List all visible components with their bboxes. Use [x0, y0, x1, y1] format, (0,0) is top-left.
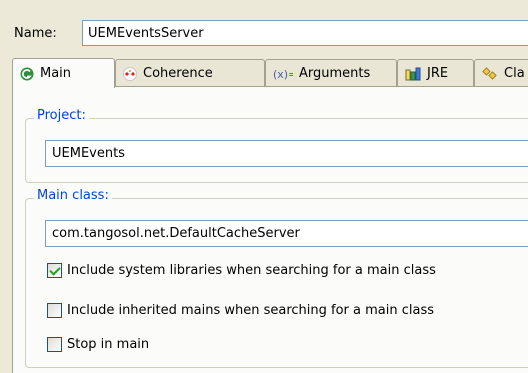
tab-coherence[interactable]: Coherence: [115, 59, 265, 87]
tab-main-label: Main: [40, 66, 72, 81]
name-label: Name:: [14, 25, 57, 41]
include-inherited-mains-option[interactable]: Include inherited mains when searching f…: [47, 303, 434, 318]
project-group-title: Project:: [34, 108, 89, 123]
jre-library-icon: [405, 67, 421, 81]
main-green-circle-icon: [20, 67, 34, 81]
tab-classpath-label: Cla: [504, 66, 525, 81]
name-row: Name:: [14, 20, 66, 46]
main-class-field[interactable]: com.tangosol.net.DefaultCacheServer: [45, 220, 528, 247]
stop-in-main-label: Stop in main: [67, 337, 150, 352]
stop-in-main-checkbox[interactable]: [47, 337, 62, 352]
tab-arguments[interactable]: (x)= Arguments: [265, 59, 397, 87]
include-system-libraries-checkbox[interactable]: [47, 263, 62, 278]
classpath-icon: [482, 66, 498, 81]
coherence-dots-icon: [123, 66, 137, 81]
main-class-group-title: Main class:: [34, 188, 112, 203]
stop-in-main-option[interactable]: Stop in main: [47, 337, 149, 352]
project-field[interactable]: UEMEvents: [45, 140, 528, 167]
name-input[interactable]: UEMEventsServer: [82, 20, 528, 46]
tab-classpath[interactable]: Cla: [474, 59, 528, 87]
tab-coherence-label: Coherence: [143, 66, 213, 81]
launch-config-dialog: Name: UEMEventsServer Main Coherence (x)…: [3, 0, 528, 373]
tab-jre-label: JRE: [427, 66, 449, 81]
include-inherited-mains-checkbox[interactable]: [47, 303, 62, 318]
svg-text:(x)=: (x)=: [273, 68, 293, 81]
include-system-libraries-option[interactable]: Include system libraries when searching …: [47, 263, 436, 278]
tab-jre[interactable]: JRE: [397, 59, 474, 87]
tab-bar: Main Coherence (x)= Arguments JRE Cla: [12, 58, 528, 88]
include-inherited-mains-label: Include inherited mains when searching f…: [67, 303, 435, 318]
tab-arguments-label: Arguments: [299, 66, 371, 81]
arguments-x-icon: (x)=: [273, 67, 293, 81]
include-system-libraries-label: Include system libraries when searching …: [67, 263, 436, 278]
tab-main[interactable]: Main: [12, 58, 115, 88]
